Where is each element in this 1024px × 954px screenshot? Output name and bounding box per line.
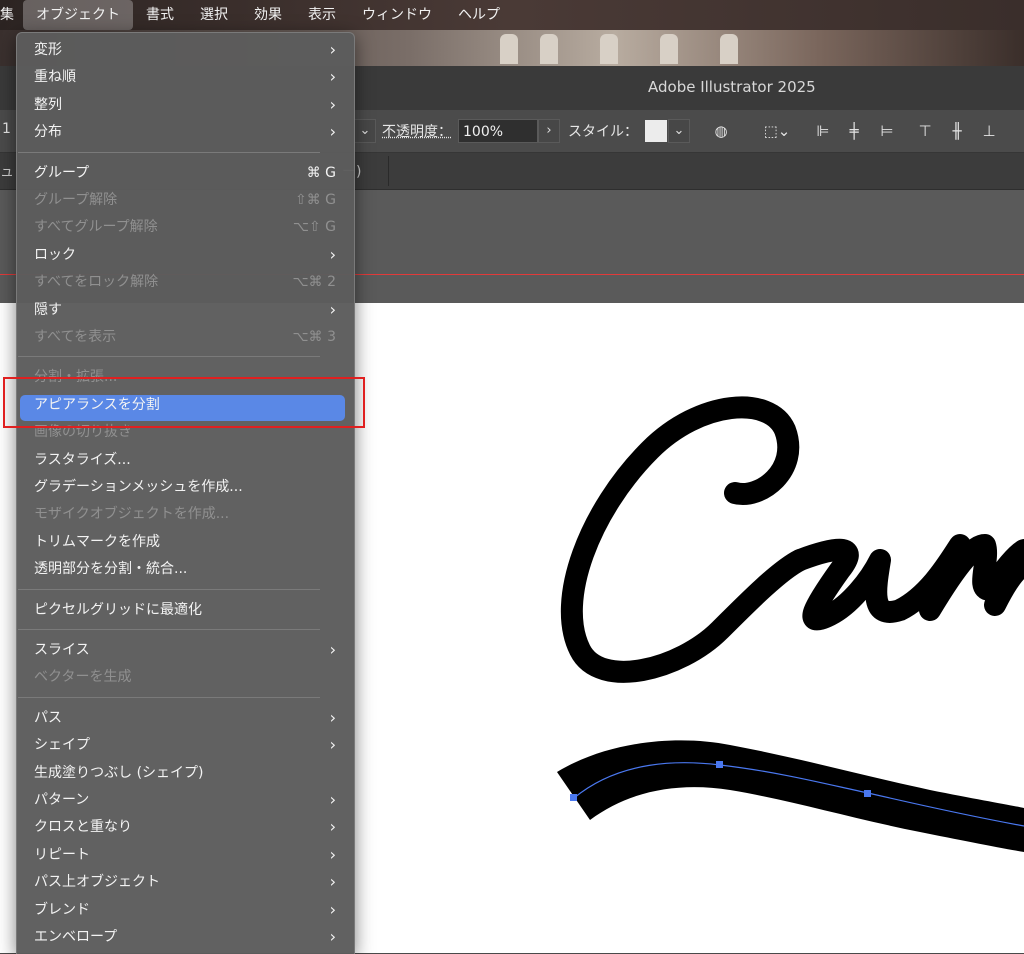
menu-item-label: クロスと重なり <box>34 819 132 836</box>
chevron-right-icon: › <box>329 707 336 727</box>
menu-item[interactable]: エンベロープ › <box>34 924 336 950</box>
menu-item-label: パターン <box>34 792 90 808</box>
menu-item-label: ピクセルグリッドに最適化 <box>34 601 202 618</box>
menu-item[interactable]: 分布 › <box>34 119 336 145</box>
menu-item[interactable]: 変形 › <box>34 37 336 63</box>
path-anchor-point[interactable] <box>864 790 871 797</box>
menu-item[interactable]: 整列 › <box>34 92 336 118</box>
menu-item-label: ベクターを生成 <box>34 669 132 686</box>
menu-item[interactable]: 生成塗りつぶし (シェイプ) <box>34 760 336 786</box>
menu-item-label: パス <box>34 709 62 726</box>
menu-item[interactable]: クロスと重なり › <box>34 814 336 840</box>
chevron-right-icon: › <box>329 927 336 946</box>
menu-item[interactable]: グループ ⌘ G <box>34 160 336 186</box>
menu-item[interactable]: パターン › <box>34 787 336 813</box>
menu-item-label: ブレンド <box>34 901 90 918</box>
menu-item-label: すべてをロック解除 <box>34 274 159 291</box>
menu-item[interactable]: ブレンド › <box>34 897 336 923</box>
menu-item: グループ解除 ⇧⌘ G <box>34 187 336 213</box>
chevron-right-icon: › <box>329 640 336 659</box>
menu-separator <box>18 151 320 153</box>
swash-stroke-shape <box>557 740 1024 852</box>
menu-item[interactable]: パス › <box>34 705 336 731</box>
menu-item: ベクターを生成 <box>34 664 336 690</box>
menu-item-shortcut: ⌥⌘ 2 <box>292 274 337 291</box>
menu-item-shortcut: ⇧⌘ G <box>294 192 336 208</box>
menu-item: モザイクオブジェクトを作成... <box>34 501 336 527</box>
menu-item-label: パス上オブジェクト <box>34 874 160 891</box>
menu-item[interactable]: ラスタライズ... <box>34 447 336 473</box>
menu-item[interactable]: スライス › <box>34 637 336 663</box>
menu-item-label: リピート <box>34 846 90 863</box>
path-anchor-point[interactable] <box>716 761 723 768</box>
menu-item-label: シェイプ <box>34 737 90 754</box>
script-letter-c <box>560 396 1024 683</box>
menu-item-label: 隠す <box>34 301 62 318</box>
menu-item[interactable]: ピクセルグリッドに最適化 <box>34 597 336 623</box>
menu-item-label: 重ね順 <box>34 69 76 86</box>
menu-item-shortcut: ⌥⇧ G <box>292 219 336 236</box>
menu-item-label: エンベロープ <box>34 929 118 945</box>
menu-item: すべてを表示 ⌥⌘ 3 <box>34 324 336 350</box>
menu-item[interactable]: パス上オブジェクト › <box>34 869 336 895</box>
menu-item[interactable]: ロック › <box>34 242 336 268</box>
menu-item[interactable]: 重ね順 › <box>34 64 336 90</box>
menu-item-label: グラデーションメッシュを作成... <box>34 479 243 495</box>
menu-item-label: グループ解除 <box>34 192 118 208</box>
menu-item-label: すべてグループ解除 <box>34 219 158 236</box>
chevron-right-icon: › <box>329 817 336 837</box>
chevron-right-icon: › <box>329 899 336 919</box>
chevron-right-icon: › <box>329 790 336 809</box>
chevron-right-icon: › <box>329 244 336 264</box>
chevron-right-icon: › <box>329 844 336 864</box>
menu-item-label: ロック <box>34 246 76 263</box>
menu-item-label: モザイクオブジェクトを作成... <box>34 506 230 523</box>
menu-item[interactable]: 透明部分を分割・統合... <box>34 556 336 582</box>
menu-item-label: 透明部分を分割・統合... <box>34 561 188 578</box>
chevron-right-icon: › <box>329 94 336 114</box>
menu-separator <box>18 629 320 630</box>
menu-item[interactable]: 隠す › <box>34 297 336 323</box>
menu-item-label: スライス <box>34 642 90 658</box>
menu-item: すべてグループ解除 ⌥⇧ G <box>34 214 336 240</box>
chevron-right-icon: › <box>329 122 336 142</box>
menu-separator <box>18 696 320 698</box>
menu-separator <box>18 588 320 590</box>
menu-item-label: 生成塗りつぶし (シェイプ) <box>34 764 204 781</box>
menu-separator <box>18 356 320 358</box>
menu-item[interactable]: シェイプ › <box>34 732 336 758</box>
menu-item-label: ラスタライズ... <box>34 451 131 468</box>
chevron-right-icon: › <box>329 299 336 319</box>
menu-item-label: すべてを表示 <box>34 329 117 345</box>
chevron-right-icon: › <box>329 735 336 755</box>
chevron-right-icon: › <box>329 67 336 87</box>
menu-item-label: 整列 <box>34 96 62 113</box>
menu-item[interactable]: グラデーションメッシュを作成... <box>34 474 336 500</box>
menu-item-label: 分布 <box>34 124 62 141</box>
menu-item-label: トリムマークを作成 <box>34 533 160 550</box>
chevron-right-icon: › <box>329 872 336 892</box>
menu-item-label: グループ <box>34 164 90 181</box>
path-anchor-point[interactable] <box>570 794 577 801</box>
menu-item: すべてをロック解除 ⌥⌘ 2 <box>34 269 336 295</box>
menu-item-shortcut: ⌥⌘ 3 <box>292 329 337 345</box>
menu-item-label: 変形 <box>34 42 62 58</box>
callout-box <box>3 377 365 428</box>
menu-item-shortcut: ⌘ G <box>306 164 336 181</box>
menu-item[interactable]: トリムマークを作成 <box>34 529 336 555</box>
chevron-right-icon: › <box>329 40 336 59</box>
menu-item[interactable]: リピート › <box>34 842 336 868</box>
